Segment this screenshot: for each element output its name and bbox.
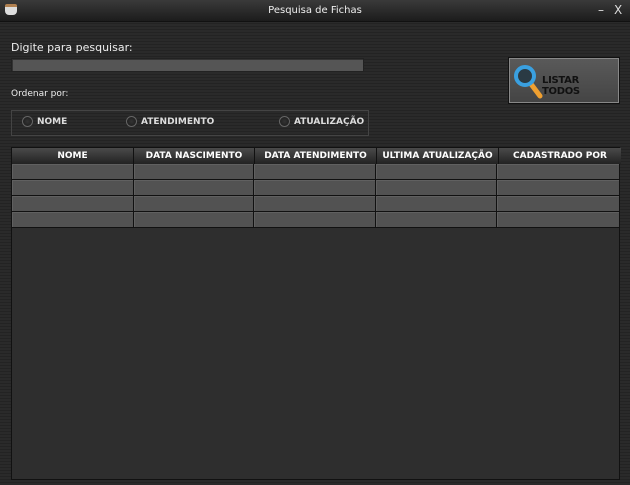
table-cell[interactable] xyxy=(133,164,255,180)
column-header[interactable]: DATA NASCIMENTO xyxy=(134,148,255,164)
table-cell[interactable] xyxy=(375,180,498,196)
table-cell[interactable] xyxy=(254,180,376,196)
table-cell[interactable] xyxy=(254,212,376,228)
column-header[interactable]: ULTIMA ATUALIZAÇÃO xyxy=(377,148,499,164)
table-cell[interactable] xyxy=(375,212,498,228)
list-all-label: LISTAR TODOS xyxy=(542,75,580,97)
search-input[interactable] xyxy=(11,58,364,72)
table-cell[interactable] xyxy=(12,212,134,228)
table-row[interactable] xyxy=(12,196,619,212)
table-cell[interactable] xyxy=(497,180,619,196)
close-button[interactable]: X xyxy=(614,3,622,17)
radio-icon[interactable] xyxy=(126,116,137,127)
table-cell[interactable] xyxy=(254,164,376,180)
table-cell[interactable] xyxy=(133,212,255,228)
table-row[interactable] xyxy=(12,212,619,228)
sort-radio-atualizacao[interactable]: ATUALIZAÇÃO xyxy=(279,116,364,127)
table-cell[interactable] xyxy=(12,180,134,196)
radio-icon[interactable] xyxy=(279,116,290,127)
column-header[interactable]: DATA ATENDIMENTO xyxy=(255,148,377,164)
table-cell[interactable] xyxy=(133,196,255,212)
radio-label: ATUALIZAÇÃO xyxy=(294,116,365,127)
minimize-button[interactable]: – xyxy=(598,3,604,17)
table-header: NOME DATA NASCIMENTO DATA ATENDIMENTO UL… xyxy=(12,148,621,164)
table-cell[interactable] xyxy=(375,196,498,212)
table-cell[interactable] xyxy=(12,196,134,212)
sort-options-group: NOME ATENDIMENTO ATUALIZAÇÃO xyxy=(11,110,369,136)
title-bar: Pesquisa de Fichas – X xyxy=(0,0,630,22)
table-cell[interactable] xyxy=(133,180,255,196)
window-title: Pesquisa de Fichas xyxy=(268,5,362,16)
list-all-button[interactable]: LISTAR TODOS xyxy=(508,57,620,104)
sort-label: Ordenar por: xyxy=(11,89,69,99)
table-cell[interactable] xyxy=(12,164,134,180)
table-cell[interactable] xyxy=(497,212,619,228)
table-row[interactable] xyxy=(12,180,619,196)
table-row[interactable] xyxy=(12,164,619,180)
table-cell[interactable] xyxy=(497,196,619,212)
radio-icon[interactable] xyxy=(22,116,33,127)
column-header[interactable]: CADASTRADO POR xyxy=(499,148,621,164)
search-label: Digite para pesquisar: xyxy=(11,41,133,54)
table-cell[interactable] xyxy=(375,164,498,180)
column-header[interactable]: NOME xyxy=(12,148,134,164)
radio-label: NOME xyxy=(37,116,68,127)
table-cell[interactable] xyxy=(254,196,376,212)
results-table[interactable]: NOME DATA NASCIMENTO DATA ATENDIMENTO UL… xyxy=(11,147,621,480)
table-cell[interactable] xyxy=(497,164,619,180)
sort-radio-nome[interactable]: NOME xyxy=(22,116,67,127)
radio-label: ATENDIMENTO xyxy=(141,116,215,127)
magnifier-icon xyxy=(514,65,543,99)
sort-radio-atendimento[interactable]: ATENDIMENTO xyxy=(126,116,214,127)
